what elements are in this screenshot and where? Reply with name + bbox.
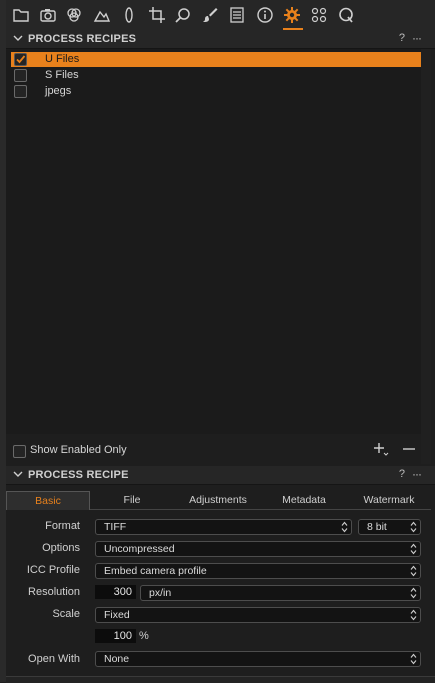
section-title: PROCESS RECIPE bbox=[28, 469, 129, 481]
format-select[interactable]: TIFF bbox=[95, 519, 352, 535]
color-circles-icon[interactable] bbox=[63, 4, 85, 26]
resolution-unit-select[interactable]: px/in bbox=[140, 585, 421, 601]
chevron-updown-icon bbox=[410, 521, 417, 533]
chevron-updown-icon bbox=[410, 587, 417, 599]
scale-label: Scale bbox=[52, 608, 80, 620]
process-recipe-header[interactable]: PROCESS RECIPE ? ··· bbox=[6, 466, 435, 485]
open-with-label: Open With bbox=[28, 653, 80, 665]
folder-icon[interactable] bbox=[10, 4, 32, 26]
chevron-down-icon[interactable] bbox=[13, 469, 23, 479]
scale-select[interactable]: Fixed bbox=[95, 607, 421, 623]
recipe-name: S Files bbox=[45, 69, 79, 81]
recipe-enabled-checkbox[interactable] bbox=[14, 85, 27, 98]
icc-profile-select[interactable]: Embed camera profile bbox=[95, 563, 421, 579]
tool-tabs-bar bbox=[6, 0, 435, 31]
show-enabled-only-label: Show Enabled Only bbox=[30, 444, 127, 456]
gear-icon[interactable] bbox=[281, 4, 303, 26]
open-with-select[interactable]: None bbox=[95, 651, 421, 667]
help-button[interactable]: ? bbox=[399, 468, 405, 480]
lens-icon[interactable] bbox=[118, 4, 140, 26]
tab-watermark[interactable]: Watermark bbox=[348, 491, 430, 509]
tab-file[interactable]: File bbox=[90, 491, 174, 509]
recipe-item-u-files[interactable]: U Files bbox=[11, 52, 425, 67]
resolution-input[interactable]: 300 bbox=[95, 585, 136, 599]
resolution-unit-value: px/in bbox=[149, 587, 172, 599]
show-enabled-only-checkbox[interactable] bbox=[13, 445, 26, 458]
chevron-down-icon[interactable] bbox=[13, 33, 23, 43]
recipe-list: U Files S Files jpegs bbox=[6, 49, 425, 434]
chevron-updown-icon bbox=[410, 565, 417, 577]
exposure-icon[interactable] bbox=[91, 4, 113, 26]
recipe-item-s-files[interactable]: S Files bbox=[11, 68, 425, 83]
recipe-item-jpegs[interactable]: jpegs bbox=[11, 84, 425, 99]
bit-depth-value: 8 bit bbox=[367, 521, 387, 533]
quick-icon[interactable] bbox=[335, 4, 357, 26]
brush-icon[interactable] bbox=[199, 4, 221, 26]
recipe-enabled-checkbox[interactable] bbox=[14, 69, 27, 82]
options-label: Options bbox=[42, 542, 80, 554]
open-with-value: None bbox=[104, 653, 130, 665]
recipe-name: jpegs bbox=[45, 85, 72, 97]
scrollbar[interactable] bbox=[421, 49, 431, 464]
options-value: Uncompressed bbox=[104, 543, 175, 555]
search-icon[interactable] bbox=[172, 4, 194, 26]
camera-icon[interactable] bbox=[37, 4, 59, 26]
recipe-enabled-checkbox[interactable] bbox=[14, 53, 27, 66]
tab-metadata[interactable]: Metadata bbox=[262, 491, 346, 509]
options-select[interactable]: Uncompressed bbox=[95, 541, 421, 557]
info-icon[interactable] bbox=[254, 4, 276, 26]
metadata-list-icon[interactable] bbox=[226, 4, 248, 26]
format-value: TIFF bbox=[104, 521, 127, 533]
recipe-name: U Files bbox=[45, 53, 80, 65]
percent-unit: % bbox=[139, 630, 149, 642]
styles-icon[interactable] bbox=[308, 4, 330, 26]
crop-icon[interactable] bbox=[146, 4, 168, 26]
chevron-updown-icon bbox=[410, 543, 417, 555]
section-title: PROCESS RECIPES bbox=[28, 33, 137, 45]
tab-basic[interactable]: Basic bbox=[6, 491, 90, 510]
more-options-button[interactable]: ··· bbox=[412, 467, 422, 481]
scale-percent-input[interactable]: 100 bbox=[95, 629, 136, 643]
help-button[interactable]: ? bbox=[399, 32, 405, 44]
icc-profile-value: Embed camera profile bbox=[104, 565, 207, 577]
bit-depth-select[interactable]: 8 bit bbox=[358, 519, 421, 535]
chevron-updown-icon bbox=[410, 653, 417, 665]
tab-adjustments[interactable]: Adjustments bbox=[176, 491, 260, 509]
chevron-updown-icon bbox=[410, 609, 417, 621]
scale-value: Fixed bbox=[104, 609, 130, 621]
add-recipe-icon[interactable] bbox=[373, 441, 389, 457]
more-options-button[interactable]: ··· bbox=[412, 31, 422, 45]
recipe-tabs: Basic File Adjustments Metadata Watermar… bbox=[6, 491, 431, 510]
format-label: Format bbox=[45, 520, 80, 532]
remove-recipe-icon[interactable] bbox=[401, 441, 417, 457]
process-recipes-header[interactable]: PROCESS RECIPES ? ··· bbox=[6, 30, 435, 49]
icc-profile-label: ICC Profile bbox=[26, 564, 80, 576]
chevron-updown-icon bbox=[341, 521, 348, 533]
checkmark-icon bbox=[16, 55, 26, 64]
resolution-label: Resolution bbox=[28, 586, 80, 598]
